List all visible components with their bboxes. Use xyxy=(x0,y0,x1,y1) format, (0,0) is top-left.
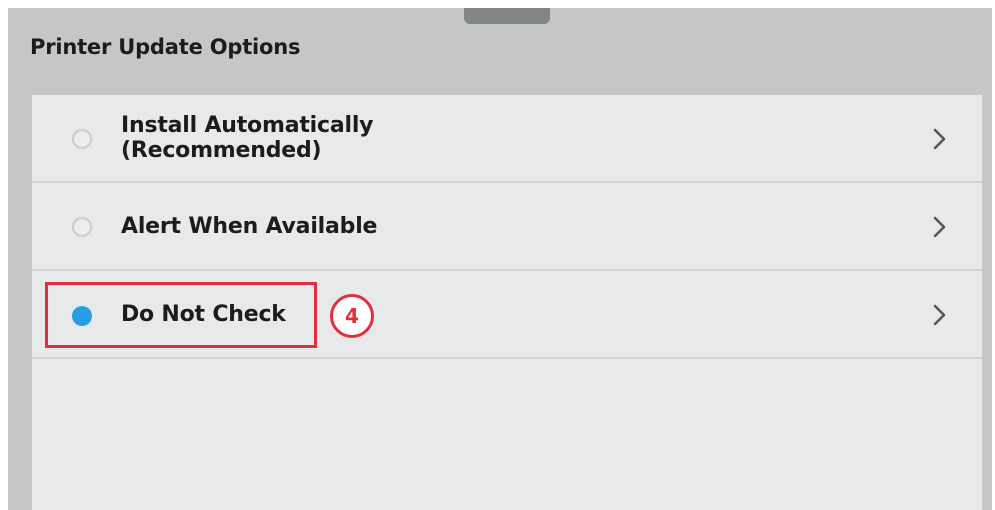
option-alert-when-available[interactable]: Alert When Available xyxy=(32,183,982,271)
option-install-automatically-label: Install Automatically (Recommended) xyxy=(121,113,374,163)
chevron-right-icon xyxy=(933,128,946,150)
printer-update-options-screen: Printer Update Options Install Automatic… xyxy=(8,8,992,510)
page-title: Printer Update Options xyxy=(30,35,301,59)
drag-handle[interactable] xyxy=(464,8,550,24)
radio-alert-when-available[interactable] xyxy=(72,217,92,237)
option-install-automatically-label-line1: Install Automatically xyxy=(121,113,374,138)
chevron-right-icon xyxy=(933,304,946,326)
option-install-automatically[interactable]: Install Automatically (Recommended) xyxy=(32,95,982,183)
chevron-right-icon xyxy=(933,216,946,238)
option-install-automatically-label-line2: (Recommended) xyxy=(121,138,322,163)
radio-install-automatically[interactable] xyxy=(72,129,92,149)
step-number-badge: 4 xyxy=(330,294,374,338)
highlight-box xyxy=(45,282,317,348)
option-alert-when-available-label: Alert When Available xyxy=(121,214,378,239)
